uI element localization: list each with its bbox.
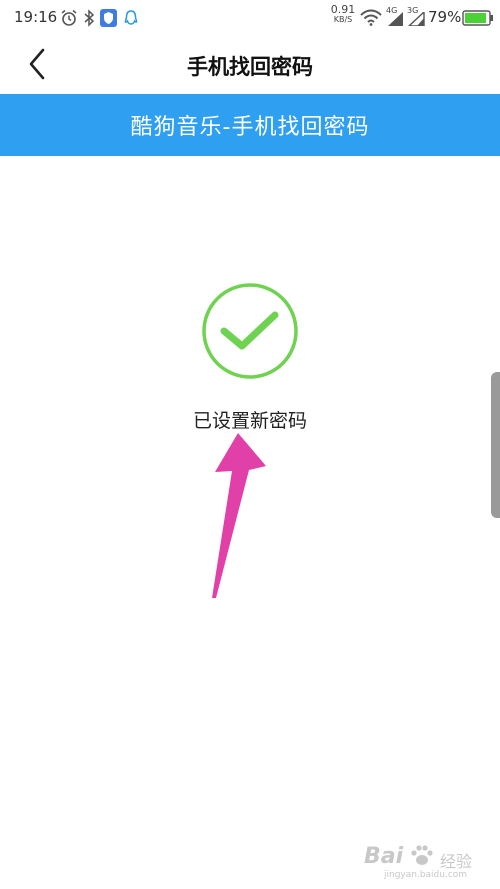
network-speed: 0.91 KB/S	[330, 3, 356, 25]
banner-title: 酷狗音乐-手机找回密码	[130, 115, 370, 140]
status-time: 19:16	[14, 8, 58, 26]
alarm-icon	[61, 9, 77, 26]
wifi-icon	[360, 9, 382, 26]
success-message: 已设置新密码	[192, 410, 307, 432]
watermark-url: jingyan.baidu.com	[384, 870, 468, 880]
title-bar: 手机找回密码	[0, 36, 500, 94]
qq-icon	[124, 10, 138, 25]
watermark-word: Bai	[364, 844, 404, 869]
edge-drag-handle[interactable]	[491, 372, 500, 518]
app-banner: 酷狗音乐-手机找回密码	[0, 94, 500, 156]
bluetooth-icon	[84, 9, 95, 27]
battery-icon	[462, 10, 493, 26]
signal-icon	[388, 12, 403, 26]
speed-unit: KB/S	[333, 15, 353, 24]
watermark-cn: 经验	[440, 852, 473, 871]
paw-icon	[411, 845, 433, 865]
page-title: 手机找回密码	[187, 55, 313, 79]
speed-value: 0.91	[330, 3, 356, 16]
battery-percent: 79%	[428, 8, 462, 26]
shield-icon	[100, 9, 117, 27]
watermark: Bai 经验 jingyan.baidu.com	[364, 838, 494, 884]
status-bar: 19:16 0.91 KB/S 4G 3G 79%	[0, 0, 500, 36]
signal-icon-2	[407, 12, 425, 26]
check-circle-icon	[202, 283, 298, 379]
